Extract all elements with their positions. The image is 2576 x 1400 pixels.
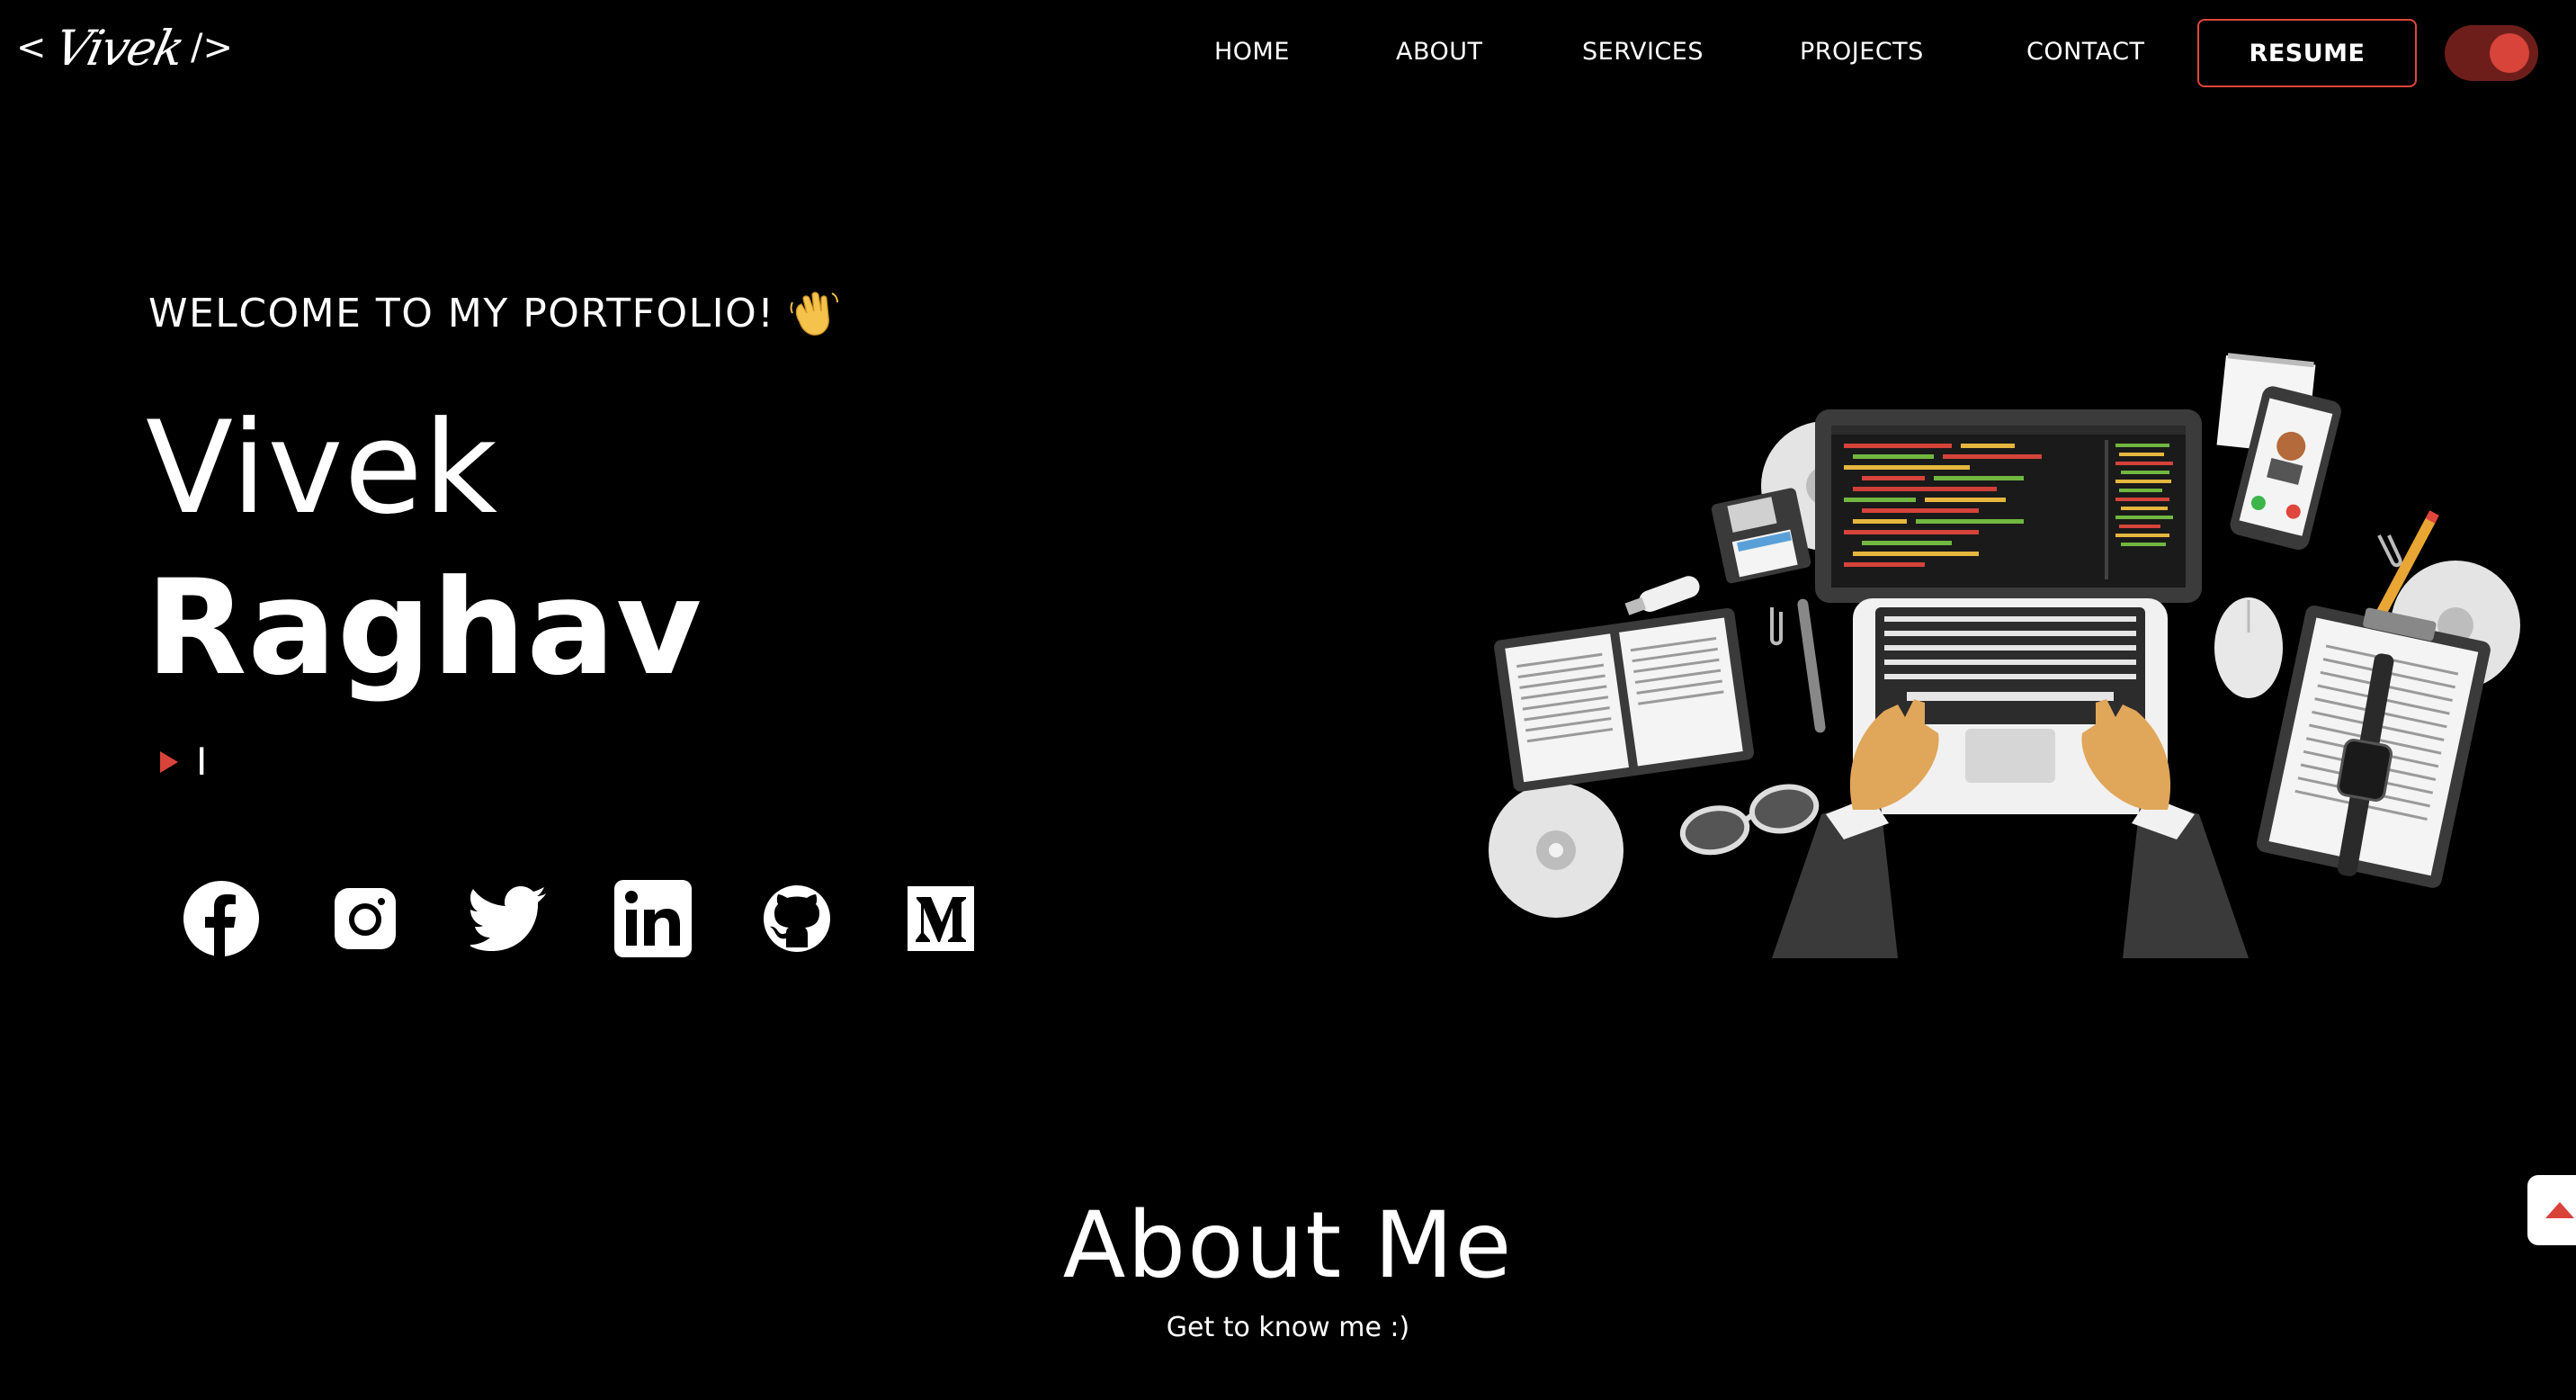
site-logo[interactable]: < Vivek /> [16, 16, 233, 79]
nav-projects[interactable]: PROJECTS [1800, 38, 1924, 66]
pen-icon [1797, 598, 1826, 733]
logo-open-bracket: < [16, 27, 47, 68]
paperclip-icon [1770, 607, 1783, 646]
medium-icon[interactable] [899, 877, 982, 960]
floppy-disk-icon [1711, 488, 1811, 584]
waving-hand-icon [790, 292, 839, 336]
paperclip-icon [2377, 534, 2402, 568]
resume-button[interactable]: RESUME [2197, 19, 2417, 87]
welcome-text: WELCOME TO MY PORTFOLIO! [148, 290, 775, 337]
open-book-illustration [1494, 607, 1755, 792]
first-name: Vivek [146, 394, 499, 543]
welcome-heading: WELCOME TO MY PORTFOLIO! [148, 286, 841, 340]
typewriter-text: I [196, 740, 208, 784]
facebook-icon[interactable] [180, 877, 263, 960]
nav-home[interactable]: HOME [1214, 38, 1290, 66]
cd-disc-icon [1489, 783, 1623, 918]
theme-toggle-knob [2490, 33, 2529, 73]
arrow-up-icon [2545, 1202, 2574, 1218]
github-icon[interactable] [756, 877, 838, 960]
glasses-icon [1679, 784, 1820, 856]
usb-stick-icon [1624, 576, 1700, 615]
mouse-icon [2214, 597, 2283, 698]
theme-toggle[interactable] [2445, 25, 2538, 81]
twitter-icon[interactable] [468, 877, 550, 960]
nav-about[interactable]: ABOUT [1396, 38, 1483, 66]
about-subtitle: Get to know me :) [1166, 1312, 1410, 1343]
nav-services[interactable]: SERVICES [1582, 38, 1704, 66]
workspace-illustration [1489, 353, 2520, 958]
nav-contact[interactable]: CONTACT [2026, 38, 2145, 66]
about-title: About Me [1062, 1192, 1514, 1299]
logo-close-bracket: /> [191, 27, 234, 68]
logo-signature: Vivek [49, 19, 188, 76]
instagram-icon[interactable] [324, 877, 407, 960]
typewriter-line: I [160, 740, 207, 784]
scroll-to-top-button[interactable] [2527, 1175, 2576, 1245]
last-name: Raghav [146, 552, 703, 704]
play-arrow-icon [160, 750, 178, 773]
linkedin-icon[interactable] [612, 877, 694, 960]
